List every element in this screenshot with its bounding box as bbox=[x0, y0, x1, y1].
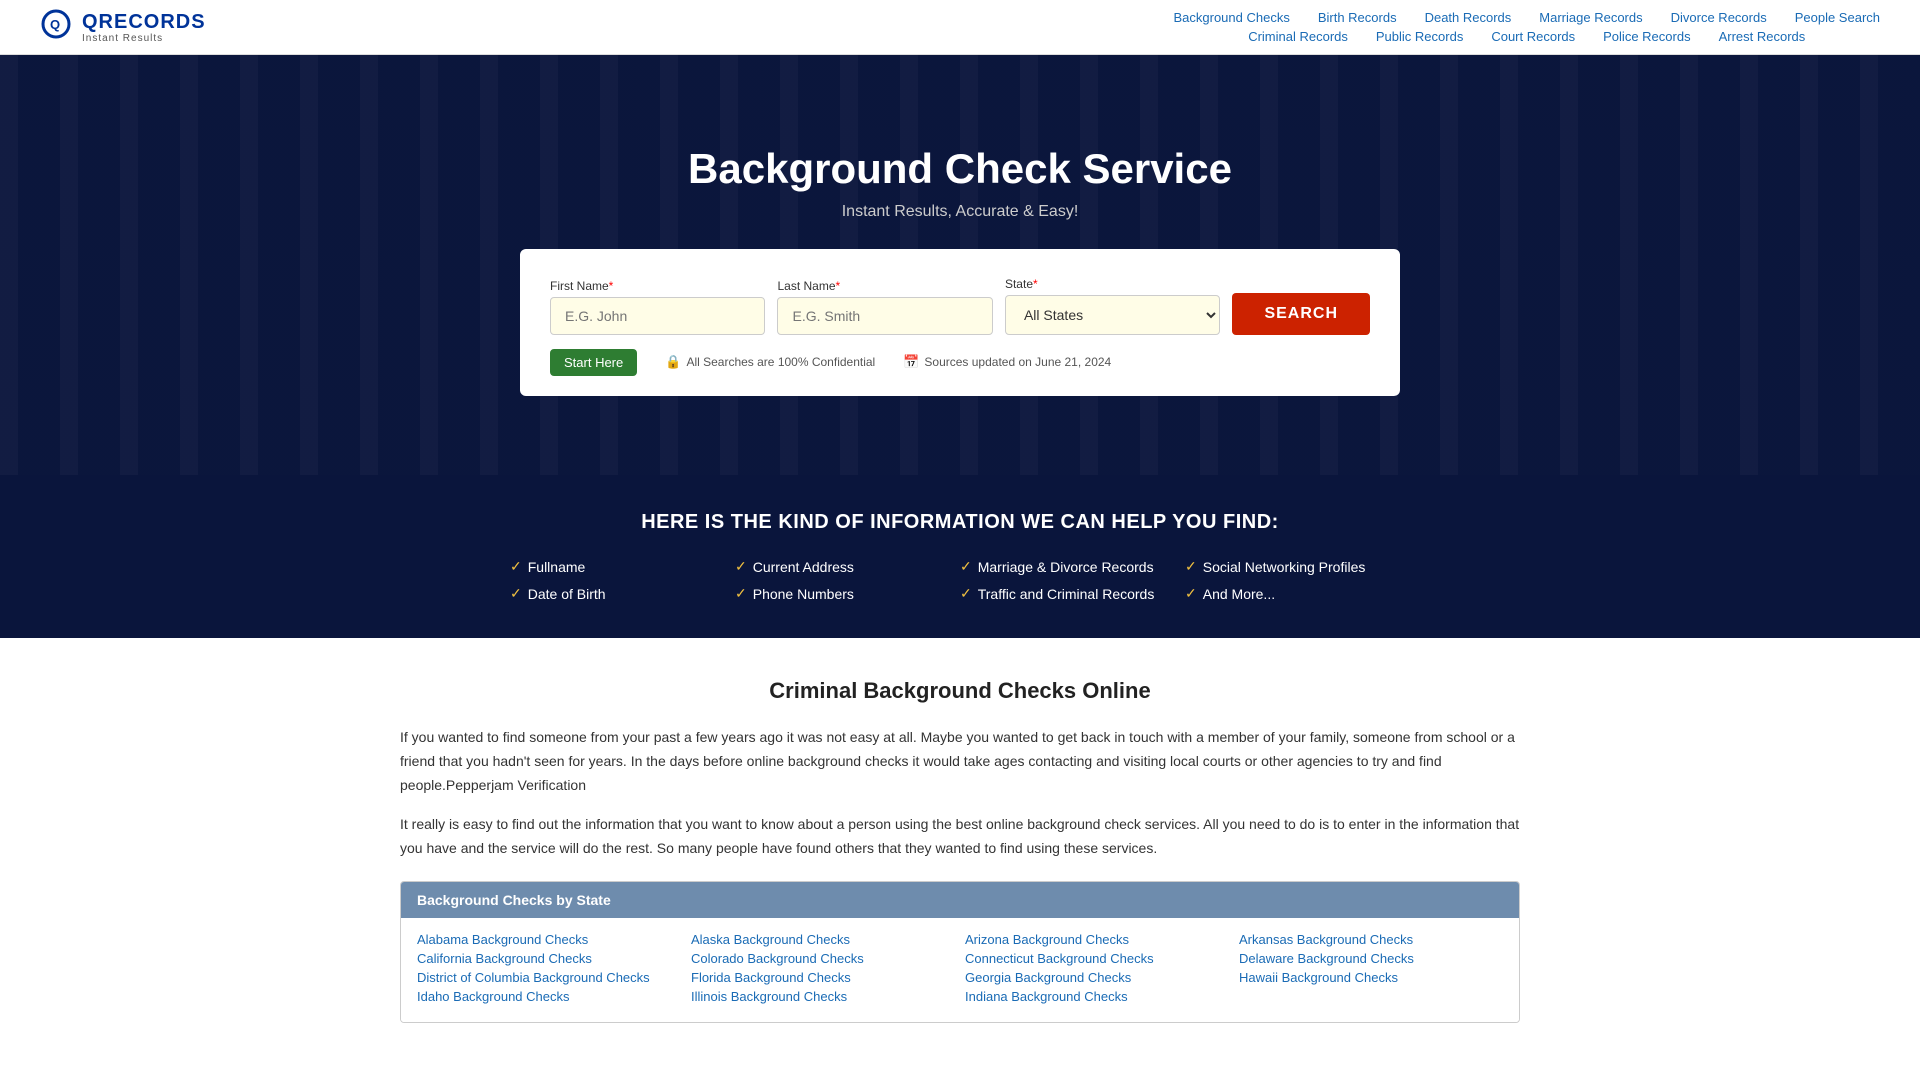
hero-title: Background Check Service bbox=[688, 145, 1232, 193]
state-label: State* bbox=[1005, 277, 1220, 291]
info-heading: HERE IS THE KIND OF INFORMATION WE CAN H… bbox=[60, 511, 1860, 534]
state-link[interactable]: Arizona Background Checks bbox=[965, 932, 1229, 947]
state-link[interactable]: Indiana Background Checks bbox=[965, 989, 1229, 1004]
state-link[interactable]: Colorado Background Checks bbox=[691, 951, 955, 966]
info-item-label: Fullname bbox=[528, 559, 586, 575]
info-item: ✓ Social Networking Profiles bbox=[1185, 558, 1410, 575]
state-link[interactable]: Alabama Background Checks bbox=[417, 932, 681, 947]
info-item: ✓ Fullname bbox=[510, 558, 735, 575]
sources-text: Sources updated on June 21, 2024 bbox=[924, 355, 1111, 369]
calendar-icon: 📅 bbox=[903, 354, 919, 370]
content-para1: If you wanted to find someone from your … bbox=[400, 726, 1520, 797]
nav-marriage-records[interactable]: Marriage Records bbox=[1539, 10, 1642, 25]
info-grid: ✓ Fullname ✓ Current Address ✓ Marriage & Div… bbox=[510, 558, 1410, 602]
state-link[interactable]: District of Columbia Background Checks bbox=[417, 970, 681, 985]
table-row: Idaho Background Checks Illinois Backgrou… bbox=[417, 989, 1503, 1004]
last-name-input[interactable] bbox=[777, 297, 992, 335]
nav-arrest-records[interactable]: Arrest Records bbox=[1719, 29, 1806, 44]
info-item: ✓ Phone Numbers bbox=[735, 585, 960, 602]
table-row: Alabama Background Checks Alaska Backgrou… bbox=[417, 932, 1503, 947]
state-link[interactable]: Delaware Background Checks bbox=[1239, 951, 1503, 966]
nav-divorce-records[interactable]: Divorce Records bbox=[1671, 10, 1767, 25]
info-item: ✓ Date of Birth bbox=[510, 585, 735, 602]
nav-people-search[interactable]: People Search bbox=[1795, 10, 1880, 25]
check-icon: ✓ bbox=[960, 585, 972, 602]
lock-icon: 🔒 bbox=[665, 354, 681, 370]
nav-court-records[interactable]: Court Records bbox=[1491, 29, 1575, 44]
info-item-label: Current Address bbox=[753, 559, 854, 575]
check-icon: ✓ bbox=[1185, 585, 1197, 602]
state-link[interactable]: California Background Checks bbox=[417, 951, 681, 966]
content-para2: It really is easy to find out the inform… bbox=[400, 813, 1520, 861]
state-group: State* All StatesAlabamaAlaskaArizonaArk… bbox=[1005, 277, 1220, 335]
state-link[interactable] bbox=[1239, 989, 1503, 1004]
first-name-label: First Name* bbox=[550, 279, 765, 293]
last-name-group: Last Name* bbox=[777, 279, 992, 335]
info-item: ✓ And More... bbox=[1185, 585, 1410, 602]
check-icon: ✓ bbox=[510, 558, 522, 575]
state-link[interactable]: Florida Background Checks bbox=[691, 970, 955, 985]
first-name-input[interactable] bbox=[550, 297, 765, 335]
last-name-label: Last Name* bbox=[777, 279, 992, 293]
confidential-text: All Searches are 100% Confidential bbox=[686, 355, 875, 369]
nav-criminal-records[interactable]: Criminal Records bbox=[1248, 29, 1348, 44]
state-link[interactable]: Illinois Background Checks bbox=[691, 989, 955, 1004]
state-link[interactable]: Arkansas Background Checks bbox=[1239, 932, 1503, 947]
logo-instant-text: Instant Results bbox=[82, 33, 206, 44]
info-item-label: Date of Birth bbox=[528, 586, 606, 602]
nav-police-records[interactable]: Police Records bbox=[1603, 29, 1690, 44]
state-table-body: Alabama Background Checks Alaska Backgrou… bbox=[401, 918, 1519, 1022]
state-link[interactable]: Hawaii Background Checks bbox=[1239, 970, 1503, 985]
sources-note: 📅 Sources updated on June 21, 2024 bbox=[903, 354, 1111, 370]
check-icon: ✓ bbox=[1185, 558, 1197, 575]
nav-birth-records[interactable]: Birth Records bbox=[1318, 10, 1397, 25]
table-row: California Background Checks Colorado Bac… bbox=[417, 951, 1503, 966]
state-select[interactable]: All StatesAlabamaAlaskaArizonaArkansasCa… bbox=[1005, 295, 1220, 335]
check-icon: ✓ bbox=[735, 558, 747, 575]
info-item-label: Phone Numbers bbox=[753, 586, 854, 602]
state-link[interactable]: Idaho Background Checks bbox=[417, 989, 681, 1004]
info-item: ✓ Marriage & Divorce Records bbox=[960, 558, 1185, 575]
state-link[interactable]: Georgia Background Checks bbox=[965, 970, 1229, 985]
hero-section: Background Check Service Instant Results… bbox=[0, 55, 1920, 475]
check-icon: ✓ bbox=[510, 585, 522, 602]
state-table-header: Background Checks by State bbox=[401, 882, 1519, 918]
first-name-group: First Name* bbox=[550, 279, 765, 335]
svg-text:Q: Q bbox=[50, 17, 60, 32]
info-section: HERE IS THE KIND OF INFORMATION WE CAN H… bbox=[0, 475, 1920, 638]
logo-records-text: QRECORDS bbox=[82, 11, 206, 33]
info-item-label: And More... bbox=[1203, 586, 1275, 602]
content-heading: Criminal Background Checks Online bbox=[400, 678, 1520, 704]
start-here-button[interactable]: Start Here bbox=[550, 349, 637, 376]
state-link[interactable]: Alaska Background Checks bbox=[691, 932, 955, 947]
info-item: ✓ Current Address bbox=[735, 558, 960, 575]
content-section: Criminal Background Checks Online If you… bbox=[380, 638, 1540, 1043]
search-box: First Name* Last Name* State* All States… bbox=[520, 249, 1400, 396]
check-icon: ✓ bbox=[735, 585, 747, 602]
nav: Background Checks Birth Records Death Reco… bbox=[1173, 10, 1880, 44]
nav-row-2: Criminal Records Public Records Court Reco… bbox=[1173, 29, 1880, 44]
logo[interactable]: Q QRECORDS Instant Results bbox=[40, 8, 206, 46]
nav-death-records[interactable]: Death Records bbox=[1425, 10, 1512, 25]
info-item: ✓ Traffic and Criminal Records bbox=[960, 585, 1185, 602]
info-item-label: Traffic and Criminal Records bbox=[978, 586, 1155, 602]
info-item-label: Social Networking Profiles bbox=[1203, 559, 1366, 575]
logo-icon: Q bbox=[40, 8, 78, 46]
check-icon: ✓ bbox=[960, 558, 972, 575]
nav-background-checks[interactable]: Background Checks bbox=[1173, 10, 1289, 25]
state-table: Background Checks by State Alabama Backg… bbox=[400, 881, 1520, 1023]
hero-subtitle: Instant Results, Accurate & Easy! bbox=[842, 203, 1079, 221]
state-link[interactable]: Connecticut Background Checks bbox=[965, 951, 1229, 966]
nav-row-1: Background Checks Birth Records Death Reco… bbox=[1173, 10, 1880, 25]
search-button[interactable]: SEARCH bbox=[1232, 293, 1370, 335]
confidential-note: 🔒 All Searches are 100% Confidential bbox=[665, 354, 875, 370]
header: Q QRECORDS Instant Results Background Ch… bbox=[0, 0, 1920, 55]
nav-public-records[interactable]: Public Records bbox=[1376, 29, 1463, 44]
info-item-label: Marriage & Divorce Records bbox=[978, 559, 1154, 575]
table-row: District of Columbia Background Checks Fl… bbox=[417, 970, 1503, 985]
